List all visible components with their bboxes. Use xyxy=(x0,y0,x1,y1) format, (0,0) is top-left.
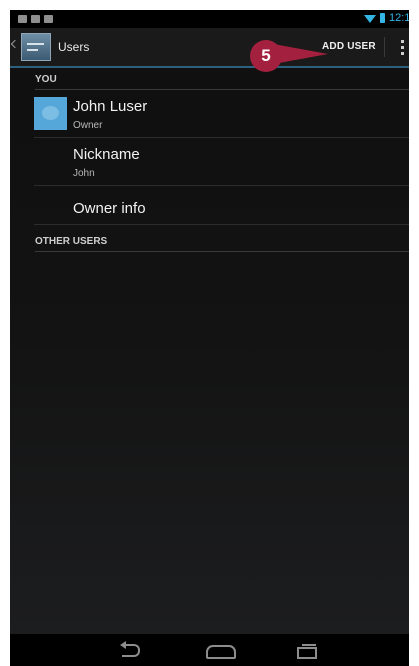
nickname-label: Nickname xyxy=(73,146,140,163)
navigation-bar xyxy=(10,634,409,666)
notification-icon xyxy=(44,15,53,23)
notification-icon xyxy=(18,15,27,23)
notification-icons xyxy=(18,15,53,23)
section-header-other-users: OTHER USERS xyxy=(35,236,409,252)
users-app-icon[interactable] xyxy=(21,33,51,61)
action-bar: Users ADD USER xyxy=(10,28,409,68)
action-bar-divider xyxy=(384,37,385,57)
add-user-button[interactable]: ADD USER xyxy=(322,41,376,52)
user-avatar xyxy=(34,97,67,130)
back-icon[interactable] xyxy=(120,641,140,657)
home-icon[interactable] xyxy=(206,645,236,659)
battery-icon xyxy=(380,13,385,23)
user-name: John Luser xyxy=(73,98,148,115)
android-device-screen: 12:13 Users ADD USER 5 YOU John Luser Ow… xyxy=(10,10,409,666)
overflow-menu-icon[interactable] xyxy=(401,40,404,55)
up-navigation-icon[interactable] xyxy=(10,39,20,49)
notification-icon xyxy=(31,15,40,23)
user-role: Owner xyxy=(73,120,103,131)
row-divider xyxy=(34,185,409,186)
row-divider xyxy=(34,224,409,225)
callout-badge: 5 xyxy=(250,40,282,72)
status-clock: 12:13 xyxy=(389,12,409,24)
nickname-value: John xyxy=(73,168,95,179)
row-divider xyxy=(34,137,409,138)
page-title: Users xyxy=(58,40,90,54)
owner-info-label: Owner info xyxy=(73,200,146,217)
recents-icon[interactable] xyxy=(297,644,317,659)
status-bar: 12:13 xyxy=(10,10,409,28)
section-header-you: YOU xyxy=(35,74,409,90)
wifi-icon xyxy=(364,15,376,23)
status-indicators: 12:13 xyxy=(364,12,409,24)
